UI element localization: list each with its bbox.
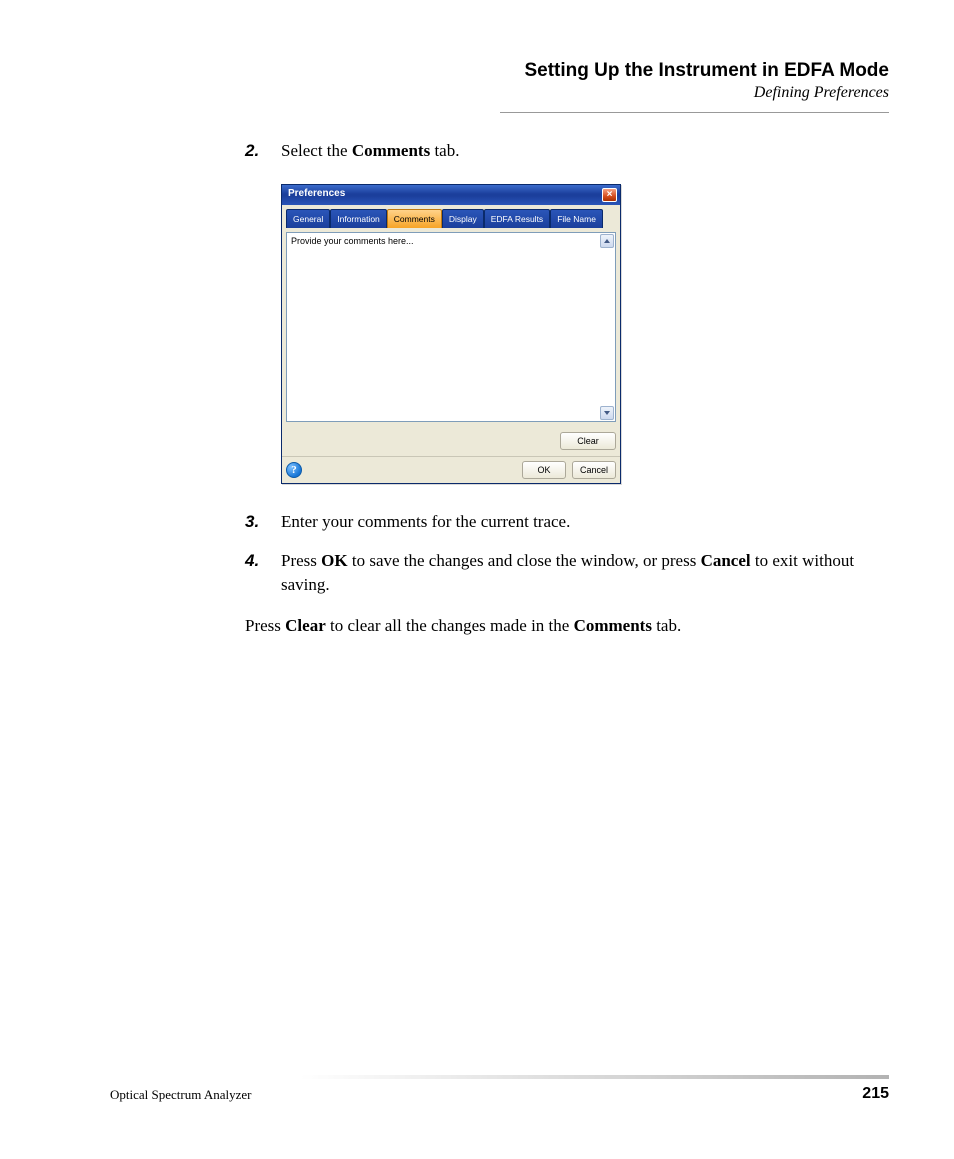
document-page: Setting Up the Instrument in EDFA Mode D…: [0, 0, 954, 1159]
bold-text: Cancel: [701, 551, 751, 570]
step-body: Enter your comments for the current trac…: [281, 510, 889, 535]
screenshot-figure: Preferences × General Information Commen…: [281, 184, 889, 484]
text: tab.: [652, 616, 681, 635]
clear-row: Clear: [282, 426, 620, 456]
tab-content: Provide your comments here...: [282, 228, 620, 426]
tab-general[interactable]: General: [286, 209, 330, 228]
comments-textarea[interactable]: Provide your comments here...: [286, 232, 616, 422]
header-divider: [500, 112, 889, 113]
step-number: 4.: [245, 549, 281, 598]
bold-text: Clear: [285, 616, 326, 635]
paragraph: Press Clear to clear all the changes mad…: [245, 614, 889, 639]
ok-button[interactable]: OK: [522, 461, 566, 479]
page-footer: Optical Spectrum Analyzer 215: [110, 1085, 889, 1103]
text: Select the: [281, 141, 352, 160]
preferences-dialog: Preferences × General Information Commen…: [281, 184, 621, 484]
page-header: Setting Up the Instrument in EDFA Mode D…: [500, 60, 889, 102]
bold-text: Comments: [574, 616, 652, 635]
text: tab.: [430, 141, 459, 160]
page-number: 215: [862, 1085, 889, 1103]
tabs-row: General Information Comments Display EDF…: [282, 205, 620, 228]
clear-button[interactable]: Clear: [560, 432, 616, 450]
text: Press: [281, 551, 321, 570]
steps-list: 2. Select the Comments tab. Preferences …: [245, 139, 889, 598]
tab-information[interactable]: Information: [330, 209, 387, 228]
dialog-bottom-bar: ? OK Cancel: [282, 456, 620, 483]
chapter-title: Setting Up the Instrument in EDFA Mode: [500, 60, 889, 82]
tab-comments[interactable]: Comments: [387, 209, 442, 228]
footer-left: Optical Spectrum Analyzer: [110, 1087, 252, 1103]
tab-edfa-results[interactable]: EDFA Results: [484, 209, 550, 228]
step-body: Select the Comments tab.: [281, 139, 889, 164]
step-number: 3.: [245, 510, 281, 535]
footer-rule: [300, 1075, 889, 1079]
text: to clear all the changes made in the: [326, 616, 574, 635]
textarea-text: Provide your comments here...: [291, 236, 414, 246]
text: to save the changes and close the window…: [348, 551, 701, 570]
step-2: 2. Select the Comments tab.: [245, 139, 889, 164]
step-3: 3. Enter your comments for the current t…: [245, 510, 889, 535]
step-body: Press OK to save the changes and close t…: [281, 549, 889, 598]
step-number: 2.: [245, 139, 281, 164]
scroll-up-icon[interactable]: [600, 234, 614, 248]
dialog-titlebar[interactable]: Preferences ×: [282, 185, 620, 205]
bold-text: Comments: [352, 141, 430, 160]
close-icon[interactable]: ×: [602, 188, 617, 202]
section-subtitle: Defining Preferences: [500, 84, 889, 102]
step-4: 4. Press OK to save the changes and clos…: [245, 549, 889, 598]
text: Press: [245, 616, 285, 635]
tab-file-name[interactable]: File Name: [550, 209, 603, 228]
dialog-title: Preferences: [288, 187, 345, 202]
tab-display[interactable]: Display: [442, 209, 484, 228]
ok-cancel-group: OK Cancel: [522, 461, 616, 479]
cancel-button[interactable]: Cancel: [572, 461, 616, 479]
bold-text: OK: [321, 551, 347, 570]
scroll-down-icon[interactable]: [600, 406, 614, 420]
help-icon[interactable]: ?: [286, 462, 302, 478]
